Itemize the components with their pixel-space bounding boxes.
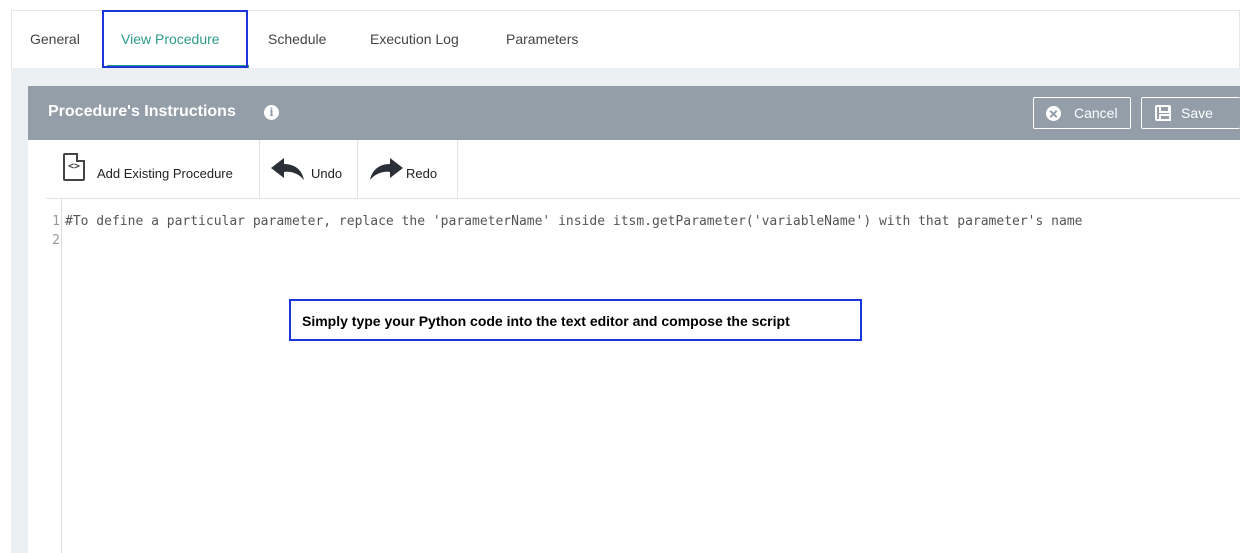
floppy-disk-icon: [1155, 105, 1171, 121]
tab-highlight-box: [102, 10, 248, 68]
panel-header: Procedure's Instructions i Cancel Save: [28, 86, 1240, 140]
undo-label: Undo: [311, 166, 343, 181]
line-number: 1: [52, 214, 60, 229]
redo-arrow-icon: [370, 158, 403, 180]
add-existing-procedure-label: Add Existing Procedure: [97, 166, 233, 181]
tab-execution-log[interactable]: Execution Log: [370, 11, 459, 68]
tab-general[interactable]: General: [30, 11, 80, 68]
undo-arrow-icon: [271, 158, 304, 180]
annotation-callout: Simply type your Python code into the te…: [289, 299, 862, 341]
redo-label: Redo: [406, 166, 438, 181]
undo-button[interactable]: Undo: [260, 140, 358, 198]
add-existing-procedure-button[interactable]: <> Add Existing Procedure: [46, 140, 260, 198]
cancel-label: Cancel: [1074, 105, 1118, 121]
annotation-text: Simply type your Python code into the te…: [302, 313, 790, 329]
x-circle-icon: [1046, 106, 1061, 121]
line-number: 2: [52, 233, 60, 248]
code-file-icon: <>: [63, 153, 85, 181]
info-icon[interactable]: i: [264, 105, 279, 120]
panel-title: Procedure's Instructions: [48, 103, 236, 120]
editor-toolbar: <> Add Existing Procedure Undo Redo: [46, 140, 1240, 199]
save-label: Save: [1181, 105, 1213, 121]
tab-parameters[interactable]: Parameters: [506, 11, 578, 68]
code-editor[interactable]: 1 2 #To define a particular parameter, r…: [36, 199, 1240, 553]
save-button[interactable]: Save: [1141, 97, 1240, 129]
cancel-button[interactable]: Cancel: [1033, 97, 1131, 129]
line-number-gutter: 1 2: [36, 199, 62, 553]
code-line[interactable]: #To define a particular parameter, repla…: [65, 214, 1240, 229]
redo-button[interactable]: Redo: [358, 140, 458, 198]
tab-schedule[interactable]: Schedule: [268, 11, 326, 68]
